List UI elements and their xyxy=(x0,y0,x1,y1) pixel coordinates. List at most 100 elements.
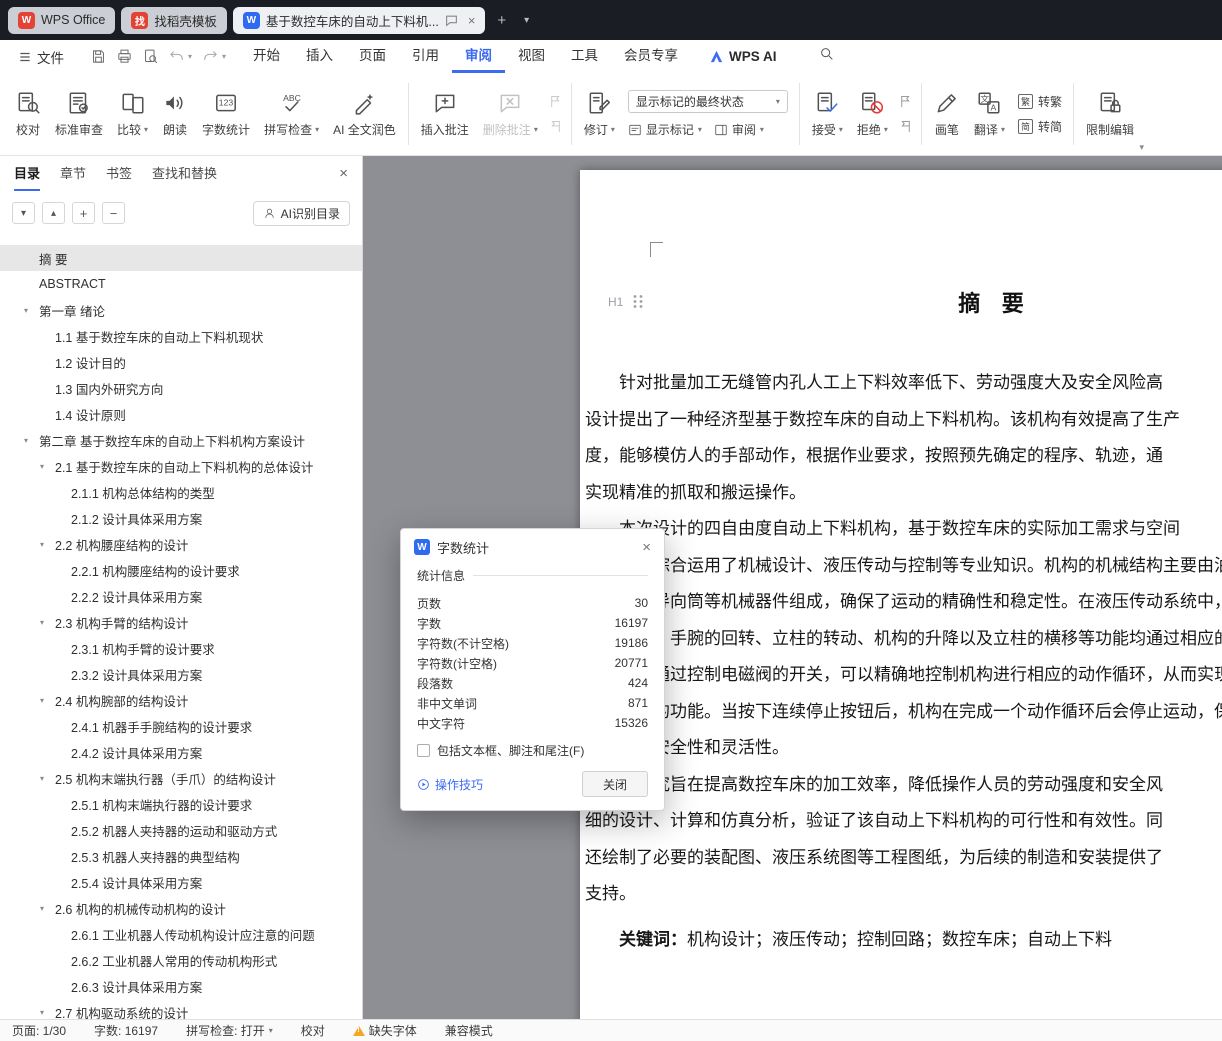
redo-button[interactable] xyxy=(198,45,222,69)
menu-tab-insert[interactable]: 插入 xyxy=(293,40,346,73)
toc-item[interactable]: 2.3.1 机构手臂的设计要求 xyxy=(0,635,362,661)
demote-heading-button[interactable]: − xyxy=(102,202,125,224)
toc-item[interactable]: 2.4.1 机器手手腕结构的设计要求 xyxy=(0,713,362,739)
toc-item[interactable]: 2.6.1 工业机器人传动机构设计应注意的问题 xyxy=(0,921,362,947)
to-simplified-button[interactable]: 简 转简 xyxy=(1017,118,1062,135)
document-text-line[interactable]: 针对批量加工无缝管内孔人工上下料效率低下、劳动强度大及安全风险高 xyxy=(585,365,1222,402)
toc-collapse-arrow-icon[interactable]: ▾ xyxy=(40,462,55,471)
restrict-edit-button[interactable]: 限制编辑 xyxy=(1079,78,1141,150)
toc-item[interactable]: 1.3 国内外研究方向 xyxy=(0,375,362,401)
collapse-all-button[interactable]: ▾ xyxy=(12,202,35,224)
proofread-status[interactable]: 校对 xyxy=(301,1022,325,1039)
toc-item[interactable]: 摘 要 xyxy=(0,245,362,271)
toc-item[interactable]: 2.1.2 设计具体采用方案 xyxy=(0,505,362,531)
checkbox-icon[interactable] xyxy=(417,744,430,757)
menu-tab-reference[interactable]: 引用 xyxy=(399,40,452,73)
show-markup-button[interactable]: 显示标记 ▾ xyxy=(628,121,702,138)
redo-history-caret-icon[interactable]: ▾ xyxy=(222,52,226,61)
ribbon-collapse-icon[interactable]: ▾ xyxy=(1139,142,1144,153)
promote-heading-button[interactable]: + xyxy=(72,202,95,224)
docer-template-tab[interactable]: 找 找稻壳模板 xyxy=(121,6,227,34)
previous-comment-icon[interactable] xyxy=(548,94,563,109)
toc-collapse-arrow-icon[interactable]: ▾ xyxy=(40,618,55,627)
undo-button[interactable] xyxy=(164,45,188,69)
toc-collapse-arrow-icon[interactable]: ▾ xyxy=(40,904,55,913)
toc-item[interactable]: ▾ 2.5 机构末端执行器（手爪）的结构设计 xyxy=(0,765,362,791)
document-page[interactable]: H1 摘 要 针对批量加工无缝管内孔人工上下料效率低下、劳动强度大及安全风险高设… xyxy=(580,170,1222,1019)
pen-button[interactable]: 画笔 xyxy=(927,78,967,150)
review-pane-button[interactable]: 审阅 ▾ xyxy=(714,121,764,138)
translate-button[interactable]: 文A 翻译 ▾ xyxy=(967,78,1012,150)
insert-comment-button[interactable]: 插入批注 xyxy=(414,78,476,150)
toc-item[interactable]: ▾ 2.2 机构腰座结构的设计 xyxy=(0,531,362,557)
toc-item[interactable]: 2.3.2 设计具体采用方案 xyxy=(0,661,362,687)
standard-review-button[interactable]: 标准审查 xyxy=(48,78,110,150)
close-dialog-button[interactable]: 关闭 xyxy=(582,771,648,797)
next-revision-icon[interactable] xyxy=(898,119,913,134)
previous-revision-icon[interactable] xyxy=(898,94,913,109)
toc-collapse-arrow-icon[interactable]: ▾ xyxy=(24,436,39,445)
document-text-line[interactable]: 设计提出了一种经济型基于数控车床的自动上下料机构。该机构有效提高了生产 xyxy=(585,402,1222,439)
toc-item[interactable]: ▾ 2.7 机构驱动系统的设计 xyxy=(0,999,362,1020)
ai-recognize-toc-button[interactable]: AI识别目录 xyxy=(252,200,350,226)
ai-polish-button[interactable]: AI 全文润色 xyxy=(326,78,403,150)
word-count-dialog-titlebar[interactable]: W 字数统计 × xyxy=(401,529,664,565)
keywords-line[interactable]: 关键词：机构设计；液压传动；控制回路；数控车床；自动上下料 xyxy=(585,922,1222,959)
document-title[interactable]: 摘 要 xyxy=(580,286,1222,318)
menu-tab-review[interactable]: 审阅 xyxy=(452,40,506,73)
missing-font-warning[interactable]: 缺失字体 xyxy=(352,1022,417,1039)
menu-tab-member[interactable]: 会员专享 xyxy=(611,40,691,73)
document-text-line[interactable]: 本次设计的四自由度自动上下料机构，基于数控车床的实际加工需求与空间 xyxy=(585,511,1222,548)
to-traditional-button[interactable]: 繁 转繁 xyxy=(1017,93,1062,110)
wps-ai-button[interactable]: WPS AI xyxy=(709,49,777,64)
toc-item[interactable]: 2.6.3 设计具体采用方案 xyxy=(0,973,362,999)
toc-item[interactable]: 2.5.3 机器人夹持器的典型结构 xyxy=(0,843,362,869)
toc-item[interactable]: 2.5.1 机构末端执行器的设计要求 xyxy=(0,791,362,817)
toc-collapse-arrow-icon[interactable]: ▾ xyxy=(40,696,55,705)
toc-item[interactable]: 1.2 设计目的 xyxy=(0,349,362,375)
document-text-line[interactable]: 臂的伸缩、手腕的回转、立柱的转动、机构的升降以及立柱的横移等功能均通过相应的油 xyxy=(585,621,1222,658)
include-textbox-checkbox-row[interactable]: 包括文本框、脚注和尾注(F) xyxy=(417,742,648,759)
toc-item[interactable]: ABSTRACT xyxy=(0,271,362,297)
pane-tab-contents[interactable]: 目录 xyxy=(14,156,41,191)
toc-collapse-arrow-icon[interactable]: ▾ xyxy=(40,540,55,549)
undo-history-caret-icon[interactable]: ▾ xyxy=(188,52,192,61)
toc-item[interactable]: 2.2.1 机构腰座结构的设计要求 xyxy=(0,557,362,583)
spell-check-button[interactable]: ABC 拼写检查 ▾ xyxy=(257,78,326,150)
compatibility-mode-indicator[interactable]: 兼容模式 xyxy=(445,1022,493,1039)
next-comment-icon[interactable] xyxy=(548,119,563,134)
save-button[interactable] xyxy=(86,45,110,69)
document-tab[interactable]: W 基于数控车床的自动上下料机... × xyxy=(232,6,486,34)
compare-button[interactable]: 比较 ▾ xyxy=(110,78,155,150)
pane-tab-chapters[interactable]: 章节 xyxy=(60,156,86,191)
new-tab-icon[interactable]: + xyxy=(491,12,512,29)
menu-tab-tools[interactable]: 工具 xyxy=(558,40,611,73)
print-button[interactable] xyxy=(112,45,136,69)
word-count-indicator[interactable]: 字数: 16197 xyxy=(94,1022,158,1039)
document-text-line[interactable]: 本研究旨在提高数控车床的加工效率，降低操作人员的劳动强度和安全风 xyxy=(585,767,1222,804)
document-text-line[interactable]: 度，能够模仿人的手部动作，根据作业要求，按照预先确定的程序、轨迹，通 xyxy=(585,438,1222,475)
toc-item[interactable]: 2.4.2 设计具体采用方案 xyxy=(0,739,362,765)
document-text-line[interactable]: 细的设计、计算和仿真分析，验证了该自动上下料机构的可行性和有效性。同 xyxy=(585,803,1222,840)
toc-item[interactable]: 2.2.2 设计具体采用方案 xyxy=(0,583,362,609)
toc-item[interactable]: 1.1 基于数控车床的自动上下料机现状 xyxy=(0,323,362,349)
menu-tab-page[interactable]: 页面 xyxy=(346,40,399,73)
toc-collapse-arrow-icon[interactable]: ▾ xyxy=(40,774,55,783)
document-text-line[interactable]: 缸驱动。通过控制电磁阀的开关，可以精确地控制机构进行相应的动作循环，从而实现自 xyxy=(585,657,1222,694)
tab-list-chevron-icon[interactable]: ▾ xyxy=(518,15,535,26)
search-icon[interactable] xyxy=(819,46,835,67)
pane-tab-bookmarks[interactable]: 书签 xyxy=(106,156,132,191)
toc-item[interactable]: ▾ 2.4 机构腕部的结构设计 xyxy=(0,687,362,713)
document-text-line[interactable]: 支持。 xyxy=(585,876,1222,913)
reject-revision-button[interactable]: 拒绝 ▾ xyxy=(850,78,895,150)
toc-item[interactable]: 2.1.1 机构总体结构的类型 xyxy=(0,479,362,505)
toc-collapse-arrow-icon[interactable]: ▾ xyxy=(40,1008,55,1017)
tips-link[interactable]: 操作技巧 xyxy=(417,776,483,793)
spellcheck-toggle[interactable]: 拼写检查: 打开 ▾ xyxy=(186,1022,273,1039)
toc-item[interactable]: 1.4 设计原则 xyxy=(0,401,362,427)
document-text-line[interactable]: 实现精准的抓取和搬运操作。 xyxy=(585,475,1222,512)
toc-item[interactable]: ▾ 第二章 基于数控车床的自动上下料机构方案设计 xyxy=(0,427,362,453)
read-aloud-button[interactable]: 朗读 xyxy=(155,78,195,150)
document-text-line[interactable]: 了操作的安全性和灵活性。 xyxy=(585,730,1222,767)
proofread-button[interactable]: 校对 xyxy=(8,78,48,150)
